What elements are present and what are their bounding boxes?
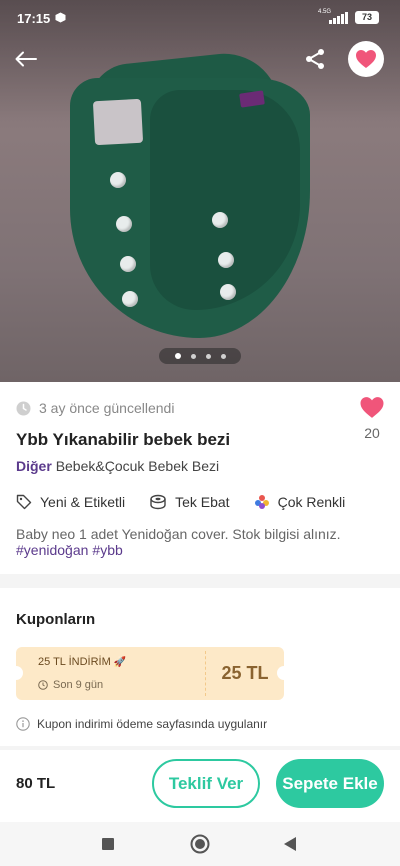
category-path-link[interactable]: Bebek&Çocuk Bebek Bezi <box>56 458 219 474</box>
favorite-button[interactable] <box>348 41 384 77</box>
rocket-icon: 🚀 <box>113 657 127 668</box>
tag-icon <box>16 494 32 510</box>
like-button[interactable] <box>359 396 385 424</box>
snap-button <box>122 291 138 307</box>
heart-icon <box>356 50 376 68</box>
share-icon <box>306 49 324 69</box>
product-title: Ybb Yıkanabilir bebek bezi <box>16 430 231 449</box>
product-price: 80 TL <box>16 775 56 792</box>
back-nav-button[interactable] <box>278 832 302 856</box>
signal-icon <box>329 12 348 24</box>
heart-icon <box>360 397 384 418</box>
recents-button[interactable] <box>96 832 120 856</box>
category-breadcrumb: Diğer Bebek&Çocuk Bebek Bezi <box>16 458 219 474</box>
coupon-name-text: 25 TL İNDİRİM <box>38 656 111 668</box>
clock-icon <box>38 680 48 690</box>
coupon-expiry: Son 9 gün <box>38 679 103 691</box>
updated-text: 3 ay önce güncellendi <box>39 400 175 416</box>
coupons-heading: Kuponların <box>16 611 96 628</box>
carousel-indicator[interactable] <box>159 348 241 364</box>
snap-button <box>218 252 234 268</box>
info-icon <box>16 717 30 731</box>
section-divider <box>0 746 400 750</box>
attribute-color: Çok Renkli <box>254 494 346 510</box>
velcro-patch <box>92 98 144 146</box>
coupon-expiry-text: Son 9 gün <box>53 679 104 691</box>
attribute-label: Tek Ebat <box>175 494 230 510</box>
product-image[interactable] <box>0 0 400 382</box>
circle-icon <box>190 834 210 854</box>
coupon-info-note: Kupon indirimi ödeme sayfasında uygulanı… <box>16 717 267 731</box>
battery-icon: 73 <box>355 11 379 24</box>
snap-button <box>220 284 236 300</box>
coupon-name: 25 TL İNDİRİM 🚀 <box>38 656 126 668</box>
triangle-back-icon <box>284 837 296 851</box>
hashtag-link[interactable]: #yenidoğan <box>16 542 88 558</box>
attribute-condition: Yeni & Etiketli <box>16 494 125 510</box>
carousel-dot[interactable] <box>220 353 226 359</box>
coupon-info-text: Kupon indirimi ödeme sayfasında uygulanı… <box>37 717 268 731</box>
carousel-dot-active[interactable] <box>174 353 181 359</box>
category-main-link[interactable]: Diğer <box>16 458 52 474</box>
clock-icon <box>16 401 31 415</box>
section-divider <box>0 574 400 588</box>
attribute-label: Yeni & Etiketli <box>40 494 126 510</box>
snap-button <box>116 216 132 232</box>
ruler-tape-icon <box>150 494 166 510</box>
product-description: Baby neo 1 adet Yenidoğan cover. Stok bi… <box>16 526 341 542</box>
status-time: 17:15 <box>17 11 51 26</box>
updated-info: 3 ay önce güncellendi <box>16 400 174 416</box>
hashtag-link[interactable]: #ybb <box>92 542 122 558</box>
coupon-amount: 25 TL <box>221 663 269 683</box>
home-button[interactable] <box>188 832 212 856</box>
system-nav-bar <box>0 822 400 866</box>
snap-button <box>120 256 136 272</box>
square-icon <box>102 838 114 850</box>
attribute-size: Tek Ebat <box>149 494 230 510</box>
back-button[interactable] <box>8 44 44 74</box>
box-icon <box>55 12 66 23</box>
arrow-left-icon <box>15 51 37 67</box>
carousel-dot[interactable] <box>190 353 196 359</box>
hashtag-list: #yenidoğan #ybb <box>16 542 123 558</box>
product-attributes: Yeni & Etiketli Tek Ebat Çok Renkli <box>16 494 369 510</box>
coupon-notch <box>16 666 23 680</box>
coupon-card[interactable]: 25 TL İNDİRİM 🚀 Son 9 gün 25 TL <box>16 647 284 700</box>
snap-button <box>110 172 126 188</box>
attribute-label: Çok Renkli <box>277 494 346 510</box>
status-bar: 17:15 4.5G 73 <box>0 0 400 36</box>
multicolor-icon <box>254 495 269 509</box>
like-count: 20 <box>364 425 380 441</box>
make-offer-button[interactable]: Teklif Ver <box>152 759 260 808</box>
share-button[interactable] <box>300 44 330 74</box>
snap-button <box>212 212 228 228</box>
carousel-dot[interactable] <box>205 353 211 359</box>
add-to-cart-button[interactable]: Sepete Ekle <box>276 759 384 808</box>
